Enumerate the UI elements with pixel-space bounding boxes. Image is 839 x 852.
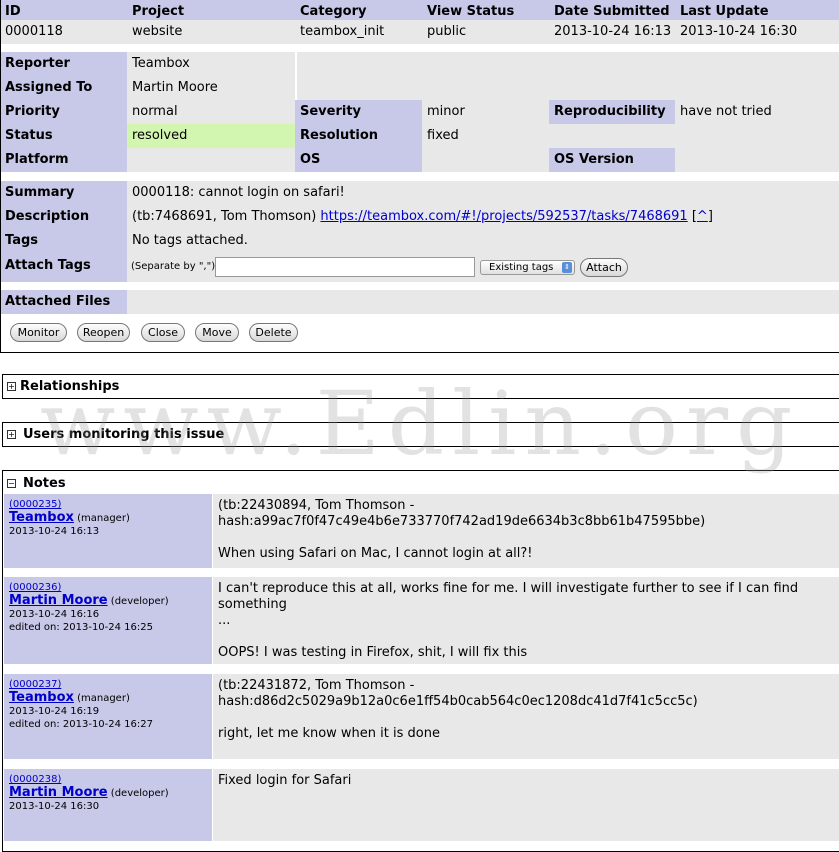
attached-files-value [127,290,839,314]
description-value: (tb:7468691, Tom Thomson) https://teambo… [127,205,839,229]
note-author-panel: (0000238) Martin Moore (developer) 2013-… [4,769,212,841]
resolution-value: fixed [422,124,549,148]
note-role: (manager) [77,693,130,704]
note-line: OOPS! I was testing in Firefox, shit, I … [218,645,528,660]
delete-button[interactable]: Delete [249,323,298,342]
note-id-link[interactable]: (0000236) [9,582,61,593]
note-line: (tb:22431872, Tom Thomson - [218,678,415,693]
note-body: (tb:22430894, Tom Thomson - hash:a99ac7f… [213,494,839,568]
existing-tags-select[interactable]: Existing tags ⇕ [480,260,575,275]
os-label: OS [295,148,422,172]
note-body: I can't reproduce this at all, works fin… [213,577,839,664]
note-line: ... [218,613,231,628]
severity-label: Severity [295,100,422,124]
description-prefix: (tb:7468691, Tom Thomson) [132,209,317,224]
note-date: 2013-10-24 16:30 [9,801,100,812]
priority-value: normal [127,100,295,124]
description-link[interactable]: https://teambox.com/#!/projects/592537/t… [320,209,687,224]
description-caret-link[interactable]: ^ [697,209,708,224]
monitoring-title[interactable]: Users monitoring this issue [23,427,224,442]
assigned-filler [297,76,839,100]
note-role: (developer) [110,596,169,607]
note-edited: edited on: 2013-10-24 16:27 [9,719,153,730]
last-update-value: 2013-10-24 16:30 [675,20,839,44]
relationships-section [2,374,839,399]
note-author-panel: (0000236) Martin Moore (developer) 2013-… [4,577,212,664]
date-submitted-value: 2013-10-24 16:13 [549,20,675,44]
section-left-border [0,0,1,353]
summary-value: 0000118: cannot login on safari! [127,181,839,205]
note-role: (developer) [110,788,169,799]
view-status-value: public [422,20,549,44]
platform-label: Platform [0,148,127,172]
note-edited: edited on: 2013-10-24 16:25 [9,622,153,633]
note-body: (tb:22431872, Tom Thomson - hash:d86d2c5… [213,674,839,759]
tag-input[interactable] [215,257,475,277]
status-value: resolved [127,124,295,148]
note-line: hash:d86d2c5029a9b12a0c6e1ff54b0cab564c0… [218,694,698,709]
note-line: right, let me know when it is done [218,726,440,741]
note-author-link[interactable]: Martin Moore [9,785,108,800]
category-value: teambox_init [295,20,422,44]
severity-value: minor [422,100,549,124]
close-button[interactable]: Close [141,323,185,342]
reporter-label: Reporter [0,52,127,76]
attach-tags-label: Attach Tags [0,253,127,282]
section-divider [0,352,839,353]
note-role: (manager) [77,513,130,524]
note-id-link[interactable]: (0000237) [9,679,61,690]
priority-label: Priority [0,100,127,124]
notes-title[interactable]: Notes [23,476,66,491]
move-button[interactable]: Move [195,323,239,342]
reporter-value: Teambox [127,52,295,76]
platform-value [127,148,295,172]
note-line: hash:a99ac7f0f47c49e4b6e733770f742ad19de… [218,514,706,529]
description-label: Description [0,205,127,229]
note-date: 2013-10-24 16:13 [9,526,100,537]
status-filler [549,124,839,148]
assigned-label: Assigned To [0,76,127,100]
note-author-link[interactable]: Teambox [9,510,74,525]
attach-tags-hint: (Separate by ",") [131,261,216,272]
note-author-link[interactable]: Teambox [9,690,74,705]
existing-tags-label: Existing tags [489,262,554,273]
os-version-value [675,148,839,172]
note-id-link[interactable]: (0000235) [9,499,61,510]
project-value: website [127,20,295,44]
reporter-filler [297,52,839,76]
reopen-button[interactable]: Reopen [77,323,130,342]
note-date: 2013-10-24 16:19 [9,706,100,717]
note-line: I can't reproduce this at all, works fin… [218,581,799,612]
relationships-title[interactable]: Relationships [20,379,119,394]
resolution-label: Resolution [295,124,422,148]
monitor-button[interactable]: Monitor [10,323,67,342]
expand-monitoring-icon[interactable]: + [7,430,16,439]
assigned-value: Martin Moore [127,76,295,100]
tags-value: No tags attached. [127,229,839,253]
collapse-notes-icon[interactable]: − [7,479,16,488]
note-line: (tb:22430894, Tom Thomson - [218,498,415,513]
os-value [422,148,549,172]
tags-label: Tags [0,229,127,253]
note-body: Fixed login for Safari [213,769,839,841]
attached-files-label: Attached Files [0,290,127,314]
note-author-panel: (0000235) Teambox (manager) 2013-10-24 1… [4,494,212,568]
reproducibility-label: Reproducibility [549,100,675,124]
os-version-label: OS Version [549,148,675,172]
note-author-link[interactable]: Martin Moore [9,593,108,608]
status-label: Status [0,124,127,148]
reproducibility-value: have not tried [675,100,839,124]
note-author-panel: (0000237) Teambox (manager) 2013-10-24 1… [4,674,212,759]
note-date: 2013-10-24 16:16 [9,609,100,620]
issue-id: 0000118 [0,20,127,44]
expand-relationships-icon[interactable]: + [7,382,16,391]
note-id-link[interactable]: (0000238) [9,774,61,785]
select-arrows-icon: ⇕ [562,262,572,273]
note-line: When using Safari on Mac, I cannot login… [218,546,533,561]
summary-label: Summary [0,181,127,205]
note-line: Fixed login for Safari [218,773,352,788]
attach-button[interactable]: Attach [580,258,628,277]
